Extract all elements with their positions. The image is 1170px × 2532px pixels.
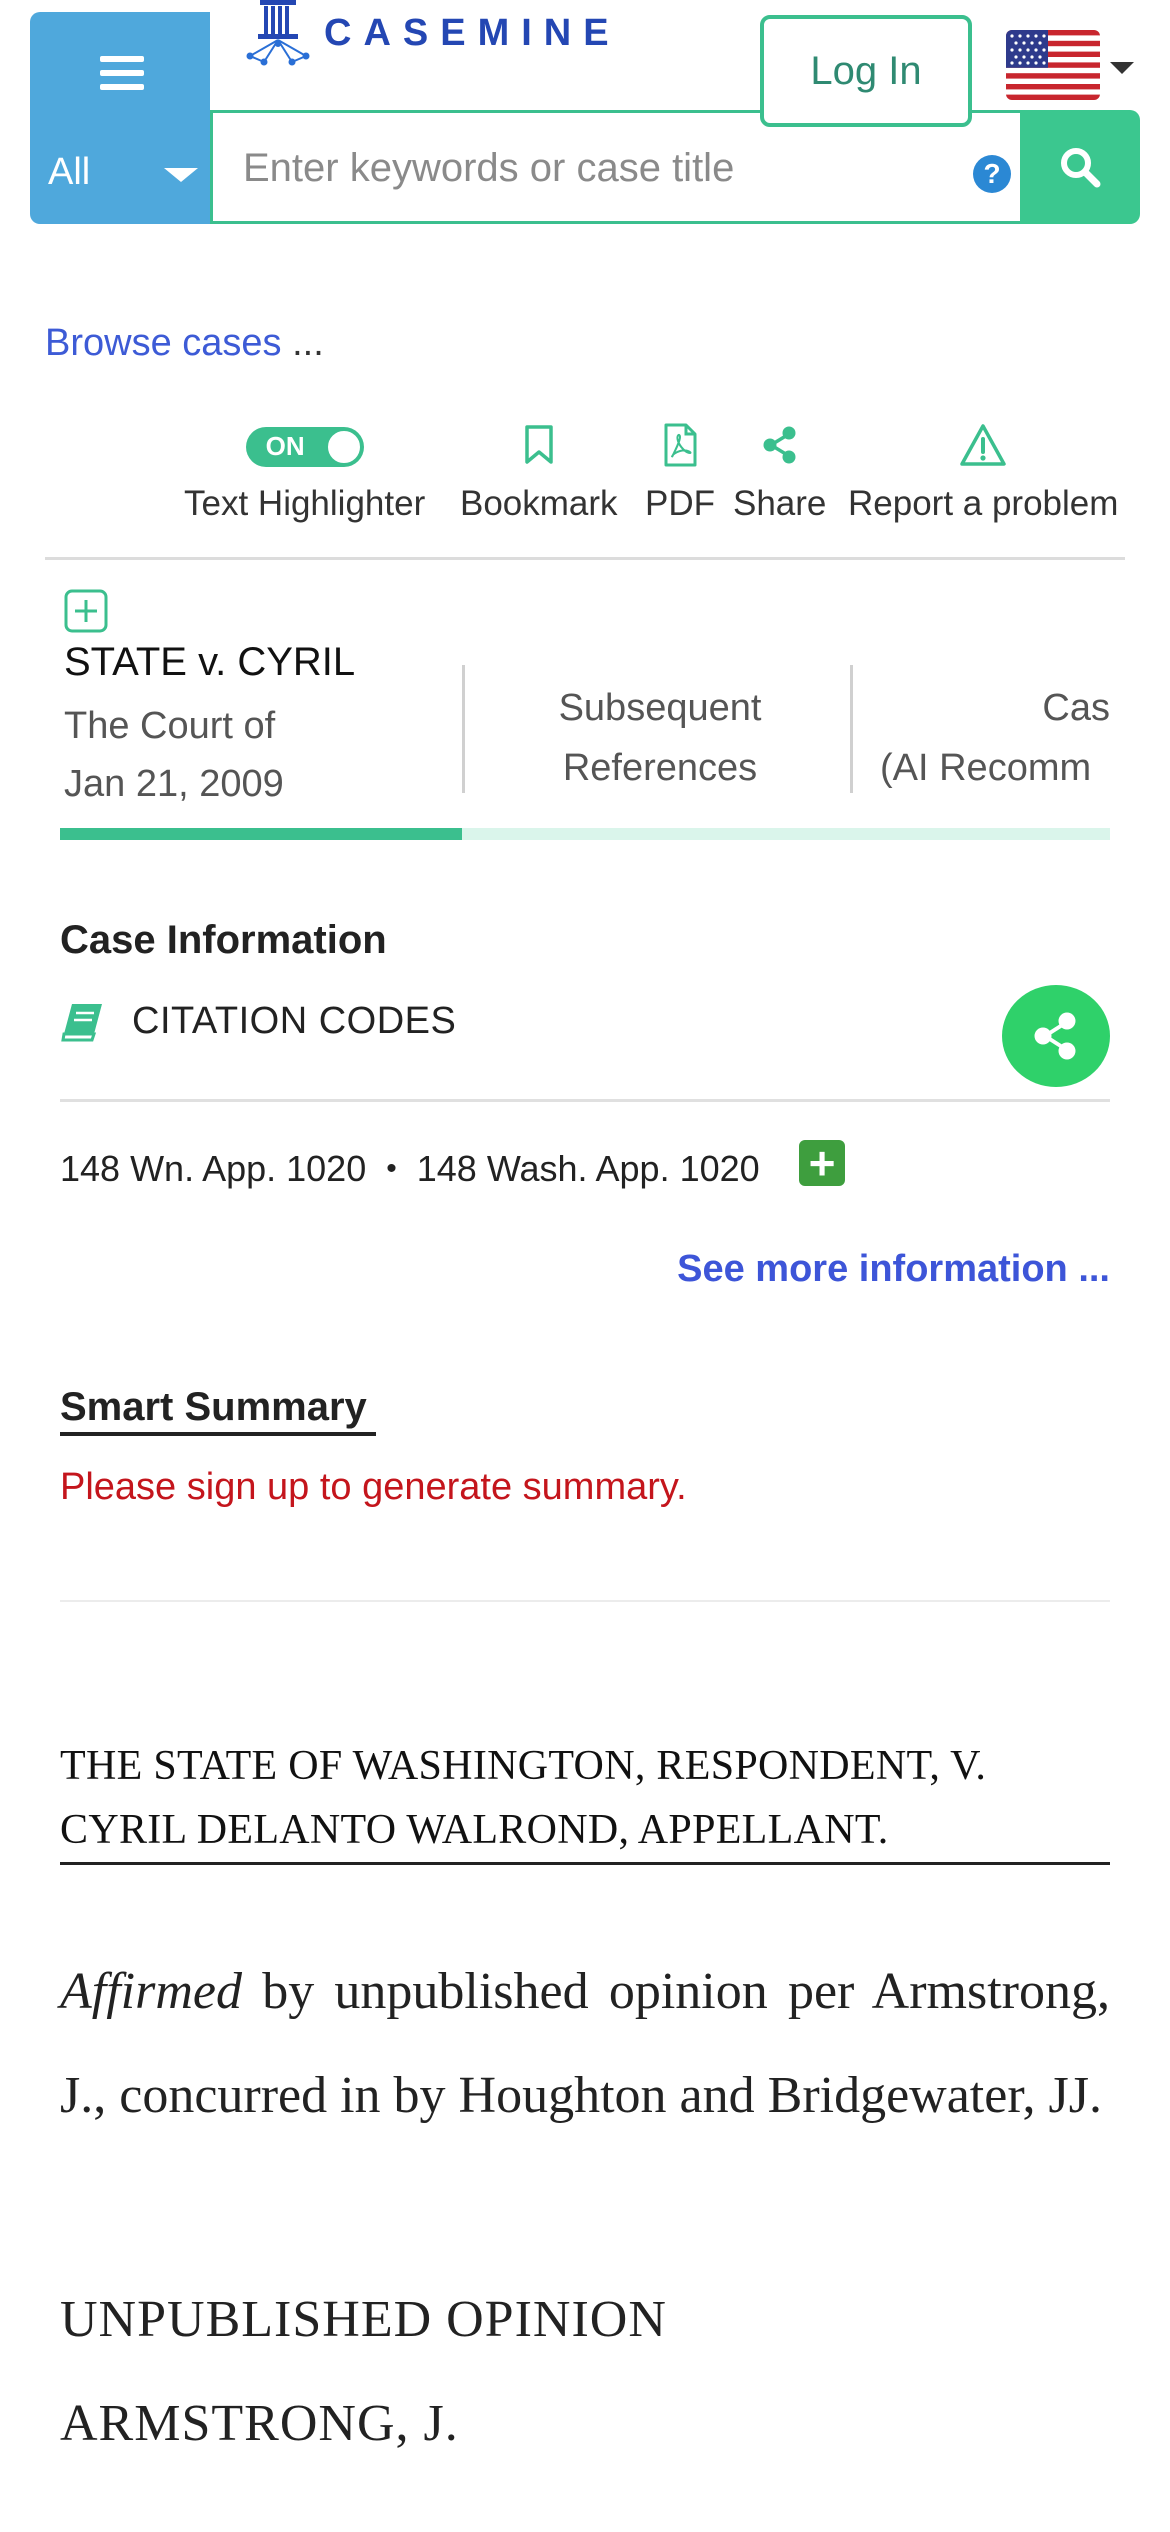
chevron-down-icon: [164, 168, 198, 182]
caption-underline: [60, 1862, 1110, 1865]
pdf-button[interactable]: PDF: [645, 420, 715, 524]
citation-list: 148 Wn. App. 1020 • 148 Wash. App. 1020: [60, 1148, 760, 1190]
smart-summary-message[interactable]: Please sign up to generate summary.: [60, 1466, 687, 1509]
citation-codes-label: CITATION CODES: [132, 1000, 457, 1042]
category-selected-value: All: [48, 150, 91, 193]
tab-indicator-active: [60, 828, 462, 840]
search-button[interactable]: [1020, 110, 1140, 224]
share-icon: [1034, 1012, 1076, 1060]
citation-separator: •: [386, 1152, 397, 1185]
bookmark-label: Bookmark: [460, 484, 618, 523]
case-date: Jan 21, 2009: [64, 763, 284, 805]
judge-heading: ARMSTRONG, J.: [60, 2395, 459, 2452]
summary-divider: [60, 1600, 1110, 1602]
highlighter-toggle[interactable]: ON: [245, 427, 364, 467]
menu-panel: All: [30, 12, 210, 224]
citation-item: 148 Wash. App. 1020: [416, 1148, 760, 1189]
smart-summary-underline: [60, 1432, 376, 1436]
tab-subsequent-references[interactable]: Subsequent References: [470, 678, 850, 798]
search-icon: [1061, 148, 1101, 188]
expand-plus-icon[interactable]: [64, 589, 108, 633]
bookmark-button[interactable]: Bookmark: [460, 420, 618, 524]
us-flag-icon[interactable]: [1006, 30, 1100, 100]
tab-case-details[interactable]: STATE v. CYRIL The Court of Jan 21, 2009: [64, 640, 355, 813]
search-input[interactable]: [243, 138, 923, 198]
case-information-heading: Case Information: [60, 918, 387, 962]
case-caption: THE STATE OF WASHINGTON, RESPONDENT, V. …: [60, 1743, 987, 1853]
text-highlighter-tool[interactable]: ON Text Highlighter: [184, 420, 425, 524]
tab-separator: [462, 665, 465, 793]
highlighter-label: Text Highlighter: [184, 484, 426, 523]
tab-separator: [850, 665, 853, 793]
book-icon: [61, 1003, 102, 1041]
breadcrumb: Browse cases ...: [45, 322, 324, 365]
pdf-label: PDF: [645, 484, 715, 523]
warning-icon: [960, 424, 1006, 466]
logo-pillar-icon: [246, 0, 310, 66]
add-citation-icon[interactable]: +: [799, 1140, 845, 1186]
case-title: STATE v. CYRIL: [64, 640, 356, 684]
logo-text: CASEMINE: [324, 12, 621, 54]
casemine-logo[interactable]: CASEMINE: [240, 0, 621, 66]
tab-subsequent-line2: References: [562, 747, 758, 789]
citation-codes-row: CITATION CODES: [60, 1000, 456, 1043]
share-case-button[interactable]: [1002, 985, 1110, 1087]
share-button[interactable]: Share: [733, 420, 826, 524]
smart-summary-heading: Smart Summary: [60, 1385, 367, 1429]
citation-item: 148 Wn. App. 1020: [60, 1148, 367, 1189]
report-problem-button[interactable]: Report a problem: [848, 420, 1118, 524]
pdf-icon: [664, 423, 697, 467]
see-more-information-link[interactable]: See more information ...: [677, 1248, 1110, 1291]
toggle-knob: [325, 429, 362, 465]
hamburger-menu-icon[interactable]: [100, 56, 144, 90]
document-toolbar: ON Text Highlighter Bookmark PDF Share R…: [0, 420, 1170, 530]
search-bar: ?: [210, 110, 1020, 224]
opinion-paragraph: Affirmed by unpublished opinion per Arms…: [60, 1940, 1110, 2148]
help-icon[interactable]: ?: [973, 155, 1011, 193]
tab-ai-line1: Cas: [1042, 687, 1110, 729]
tab-subsequent-line1: Subsequent: [558, 687, 762, 729]
browse-cases-link[interactable]: Browse cases: [45, 322, 282, 364]
category-select[interactable]: All: [48, 142, 198, 202]
court-name: The Court of: [64, 705, 276, 747]
share-icon: [763, 426, 796, 464]
tab-ai-line2: (AI Recomm: [880, 747, 1092, 789]
breadcrumb-ellipsis: ...: [292, 322, 324, 364]
case-info-divider: [60, 1099, 1110, 1102]
affirmed-word: Affirmed: [60, 1963, 242, 2020]
toggle-state-label: ON: [265, 431, 305, 461]
tab-ai-recommendations[interactable]: Cas (AI Recomm: [880, 678, 1110, 798]
bookmark-icon: [525, 425, 553, 464]
opinion-heading: UNPUBLISHED OPINION: [60, 2291, 667, 2348]
share-label: Share: [733, 484, 827, 523]
login-button[interactable]: Log In: [760, 15, 972, 127]
case-court: The Court of Jan 21, 2009: [64, 697, 355, 813]
toolbar-divider: [45, 557, 1125, 560]
report-problem-label: Report a problem: [848, 484, 1119, 523]
country-dropdown-icon[interactable]: [1110, 62, 1134, 74]
